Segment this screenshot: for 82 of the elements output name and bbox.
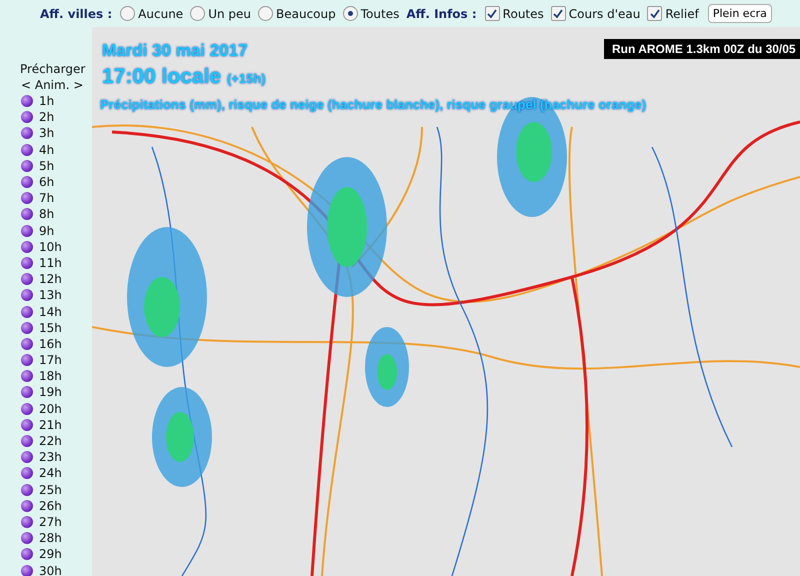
hour-bullet-icon[interactable] — [21, 484, 33, 496]
hour-bullet-icon[interactable] — [21, 548, 33, 560]
radio-button[interactable] — [190, 6, 206, 21]
animation-link[interactable]: < Anim. > — [20, 77, 92, 93]
hour-bullet-icon[interactable] — [21, 451, 33, 464]
hour-link[interactable]: 6h — [39, 175, 54, 190]
hour-bullet-icon[interactable] — [21, 95, 33, 108]
hour-bullet-icon[interactable] — [21, 467, 33, 480]
hour-link[interactable]: 30h — [39, 564, 62, 576]
hour-link[interactable]: 26h — [39, 498, 62, 513]
hour-bullet-icon[interactable] — [21, 111, 33, 124]
hour-bullet-icon[interactable] — [21, 435, 33, 448]
hour-bullet-icon[interactable] — [21, 289, 33, 302]
checkbox[interactable] — [647, 6, 662, 21]
hour-bullet-icon[interactable] — [21, 127, 33, 140]
hour-link[interactable]: 5h — [39, 158, 54, 173]
hour-bullet-icon[interactable] — [21, 306, 33, 318]
hour-link[interactable]: 9h — [39, 224, 54, 238]
hour-bullet-icon[interactable] — [21, 224, 33, 237]
hour-link[interactable]: 13h — [39, 288, 62, 302]
hour-bullet-icon[interactable] — [21, 144, 33, 156]
hour-link[interactable]: 18h — [39, 369, 62, 384]
checkbox[interactable] — [550, 6, 566, 21]
radio-button[interactable] — [258, 6, 273, 21]
cities-label: Aff. villes : — [40, 6, 112, 20]
hour-link[interactable]: 15h — [39, 320, 62, 335]
hour-link[interactable]: 20h — [39, 402, 62, 416]
hour-bullet-icon[interactable] — [21, 208, 33, 220]
radio-button[interactable] — [342, 6, 358, 21]
checkbox-label: Routes — [502, 6, 544, 20]
hour-bullet-icon[interactable] — [21, 273, 33, 286]
hour-link[interactable]: 8h — [39, 207, 54, 222]
hour-link[interactable]: 23h — [39, 450, 62, 464]
hour-link[interactable]: 2h — [39, 110, 54, 124]
hour-link[interactable]: 1h — [39, 94, 54, 108]
hour-bullet-icon[interactable] — [21, 192, 33, 204]
time-title: 17:00 locale (+15h) — [102, 65, 266, 89]
hour-bullet-icon[interactable] — [21, 370, 33, 382]
date-title: Mardi 30 mai 2017 — [102, 41, 248, 61]
hour-bullet-icon[interactable] — [21, 176, 33, 188]
hour-link[interactable]: 7h — [39, 191, 54, 206]
hour-bullet-icon[interactable] — [21, 532, 33, 544]
hour-bullet-icon[interactable] — [21, 500, 33, 512]
hour-bullet-icon[interactable] — [21, 256, 33, 269]
hour-link[interactable]: 16h — [39, 336, 62, 351]
checkbox[interactable] — [484, 6, 500, 21]
run-label: Run AROME 1.3km 00Z du 30/05 — [604, 39, 800, 59]
hour-bullet-icon[interactable] — [21, 322, 33, 334]
hour-bullet-icon[interactable] — [21, 240, 33, 253]
hour-link[interactable]: 21h — [39, 418, 62, 432]
hour-link[interactable]: 14h — [39, 304, 62, 319]
hour-bullet-icon[interactable] — [21, 516, 33, 528]
fullscreen-button[interactable]: Plein ecra — [708, 4, 772, 23]
hour-bullet-icon[interactable] — [21, 160, 33, 172]
hour-link[interactable]: 17h — [39, 353, 62, 368]
hour-link[interactable]: 25h — [39, 482, 62, 497]
radio-button[interactable] — [120, 6, 136, 21]
hour-link[interactable]: 22h — [39, 434, 62, 448]
radio-label: Beaucoup — [276, 6, 336, 20]
hour-link[interactable]: 29h — [39, 547, 62, 562]
hour-bullet-icon[interactable] — [21, 354, 33, 366]
hour-bullet-icon[interactable] — [21, 418, 33, 431]
hour-bullet-icon[interactable] — [21, 386, 33, 398]
hour-link[interactable]: 24h — [39, 466, 62, 480]
hour-bullet-icon[interactable] — [21, 402, 33, 415]
hour-link[interactable]: 12h — [39, 272, 62, 286]
radio-label: Un peu — [208, 6, 251, 20]
hour-link[interactable]: 4h — [39, 142, 54, 157]
hour-link[interactable]: 28h — [39, 531, 62, 546]
hour-bullet-icon[interactable] — [21, 338, 33, 350]
preload-label: Précharger — [20, 61, 86, 77]
hour-link[interactable]: 10h — [39, 240, 62, 254]
radio-label: Toutes — [360, 6, 400, 20]
checkbox-label: Cours d'eau — [568, 6, 640, 20]
hour-link[interactable]: 19h — [39, 385, 62, 400]
hour-bullet-icon[interactable] — [21, 564, 33, 576]
hour-link[interactable]: 11h — [39, 256, 62, 270]
hour-link[interactable]: 3h — [39, 126, 54, 140]
info-label: Aff. Infos : — [406, 6, 477, 20]
radio-label: Aucune — [138, 6, 184, 20]
checkbox-label: Relief — [665, 6, 699, 20]
hour-link[interactable]: 27h — [39, 514, 62, 529]
